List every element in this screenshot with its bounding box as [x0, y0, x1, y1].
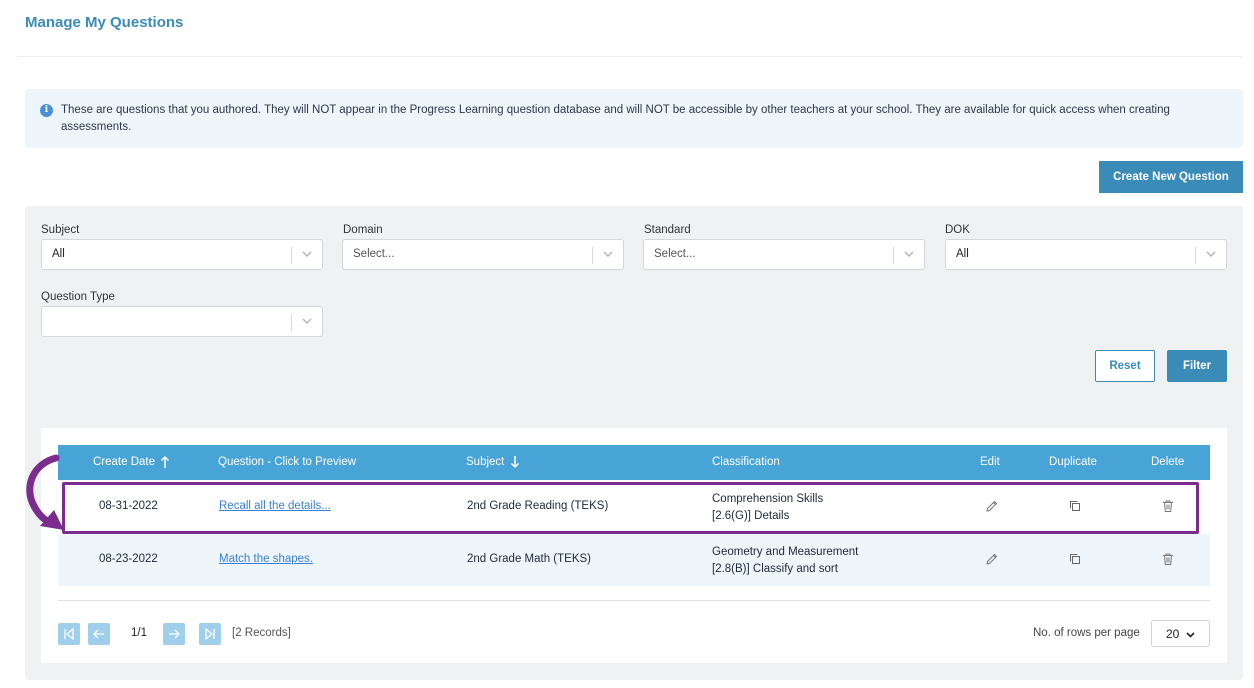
arrow-right-icon: [169, 629, 180, 639]
curved-arrow-icon: [26, 454, 64, 530]
duplicate-icon[interactable]: [1068, 552, 1082, 566]
domain-select[interactable]: Select...: [342, 239, 624, 270]
previous-page-button[interactable]: [88, 623, 110, 645]
first-page-button[interactable]: [58, 623, 80, 645]
first-page-icon: [64, 627, 74, 641]
select-separator: [592, 247, 593, 264]
select-separator: [291, 314, 292, 331]
table-row: 08-23-2022 Match the shapes. 2nd Grade M…: [58, 534, 1210, 586]
column-header-classification: Classification: [712, 456, 780, 468]
classification-standard: [2.8(B)] Classify and sort: [712, 563, 838, 575]
chevron-down-icon[interactable]: [301, 248, 313, 260]
question-preview-link[interactable]: Match the shapes.: [219, 553, 313, 565]
sort-descending-icon[interactable]: [510, 455, 520, 469]
chevron-down-icon[interactable]: [301, 315, 313, 327]
last-page-button[interactable]: [199, 623, 221, 645]
chevron-down-icon[interactable]: [1205, 248, 1217, 260]
select-separator: [291, 247, 292, 264]
info-text: These are questions that you authored. T…: [61, 104, 1170, 133]
create-new-question-button[interactable]: Create New Question: [1099, 161, 1243, 193]
filter-button[interactable]: Filter: [1167, 350, 1227, 382]
question-type-select[interactable]: [41, 306, 323, 337]
dok-label: DOK: [945, 224, 970, 236]
row-create-date: 08-23-2022: [99, 553, 158, 565]
standard-select-placeholder: Select...: [654, 248, 696, 260]
arrow-left-icon: [93, 629, 104, 639]
subject-label: Subject: [41, 224, 80, 236]
page-indicator: 1/1: [131, 627, 147, 639]
column-header-create-date[interactable]: Create Date: [93, 456, 155, 468]
domain-select-placeholder: Select...: [353, 248, 395, 260]
classification-domain: Geometry and Measurement: [712, 546, 859, 558]
chevron-down-icon: [1186, 632, 1195, 638]
subject-select-value: All: [52, 248, 65, 260]
last-page-icon: [205, 627, 215, 641]
subject-select[interactable]: All: [41, 239, 323, 270]
column-header-subject[interactable]: Subject: [466, 456, 504, 468]
column-header-duplicate: Duplicate: [1049, 456, 1097, 468]
row-subject: 2nd Grade Math (TEKS): [467, 553, 591, 565]
column-header-edit: Edit: [980, 456, 1000, 468]
select-separator: [893, 247, 894, 264]
question-type-label: Question Type: [41, 291, 115, 303]
domain-label: Domain: [343, 224, 383, 236]
dok-select-value: All: [956, 248, 969, 260]
column-header-question: Question - Click to Preview: [218, 456, 357, 468]
records-count: [2 Records]: [232, 627, 291, 639]
chevron-down-icon[interactable]: [602, 248, 614, 260]
info-banner: i These are questions that you authored.…: [25, 89, 1243, 148]
dok-select[interactable]: All: [945, 239, 1227, 270]
row-classification: Geometry and Measurement [2.8(B)] Classi…: [712, 544, 858, 578]
rows-per-page-select[interactable]: 20: [1151, 620, 1210, 647]
info-icon: i: [40, 104, 53, 117]
reset-button[interactable]: Reset: [1095, 350, 1155, 382]
pencil-icon[interactable]: [985, 552, 999, 566]
rows-per-page-value: 20: [1166, 627, 1180, 641]
next-page-button[interactable]: [163, 623, 185, 645]
standard-label: Standard: [644, 224, 691, 236]
table-header: Create Date Question - Click to Preview …: [58, 445, 1210, 480]
highlight-annotation-box: [62, 482, 1199, 534]
select-separator: [1195, 247, 1196, 264]
standard-select[interactable]: Select...: [643, 239, 925, 270]
sort-ascending-icon[interactable]: [160, 455, 170, 469]
page-title: Manage My Questions: [25, 14, 184, 31]
rows-per-page-label: No. of rows per page: [1033, 627, 1140, 639]
column-header-delete: Delete: [1151, 456, 1185, 468]
title-divider: [17, 56, 1243, 57]
chevron-down-icon[interactable]: [903, 248, 915, 260]
table-divider: [58, 600, 1210, 601]
trash-icon[interactable]: [1161, 552, 1175, 566]
